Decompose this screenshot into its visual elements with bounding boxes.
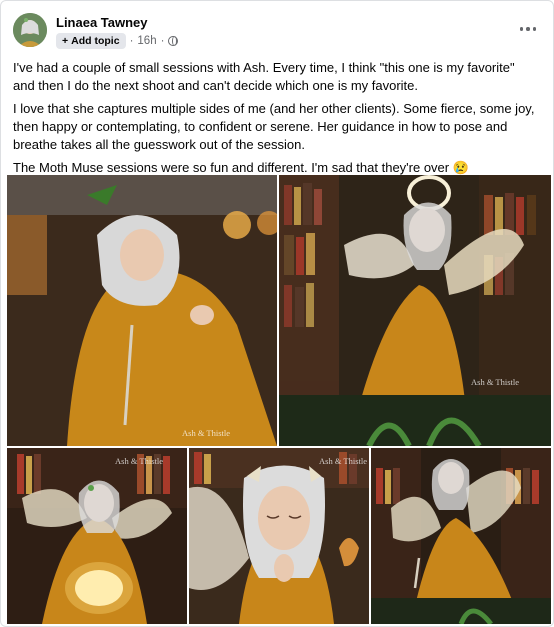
- globe-icon: [168, 36, 179, 46]
- watermark: Ash & Thistle: [319, 456, 368, 466]
- post-header: Linaea Tawney + Add topic · 16h ·: [13, 13, 541, 49]
- sad-emoji: 😢: [452, 160, 469, 175]
- photo-grid: Ash & Thistle Ash & Thistle Ash & Thistl…: [7, 175, 551, 624]
- photo[interactable]: Ash & Thistle: [279, 175, 551, 446]
- author-name[interactable]: Linaea Tawney: [56, 15, 148, 30]
- watermark: Ash & Thistle: [115, 456, 164, 466]
- add-topic-button[interactable]: + Add topic: [56, 33, 126, 49]
- photo[interactable]: [371, 448, 551, 624]
- post-meta: + Add topic · 16h ·: [56, 33, 179, 49]
- post-body: I've had a couple of small sessions with…: [13, 59, 535, 182]
- plus-icon: +: [62, 35, 69, 47]
- photo[interactable]: Ash & Thistle: [7, 175, 277, 446]
- more-options-icon[interactable]: [515, 19, 541, 39]
- meta-separator: ·: [160, 35, 165, 47]
- photo[interactable]: Ash & Thistle: [189, 448, 369, 624]
- post-paragraph-text: The Moth Muse sessions were so fun and d…: [13, 160, 450, 175]
- post-paragraph: I love that she captures multiple sides …: [13, 101, 535, 152]
- post-paragraph: I've had a couple of small sessions with…: [13, 60, 515, 93]
- watermark: Ash & Thistle: [471, 377, 520, 387]
- avatar[interactable]: [13, 13, 47, 47]
- post-time[interactable]: 16h: [137, 35, 156, 47]
- add-topic-label: Add topic: [71, 35, 120, 47]
- facebook-post: Linaea Tawney + Add topic · 16h · I've h…: [0, 0, 554, 627]
- photo[interactable]: Ash & Thistle: [7, 448, 187, 624]
- watermark: Ash & Thistle: [182, 428, 231, 438]
- meta-separator: ·: [129, 35, 134, 47]
